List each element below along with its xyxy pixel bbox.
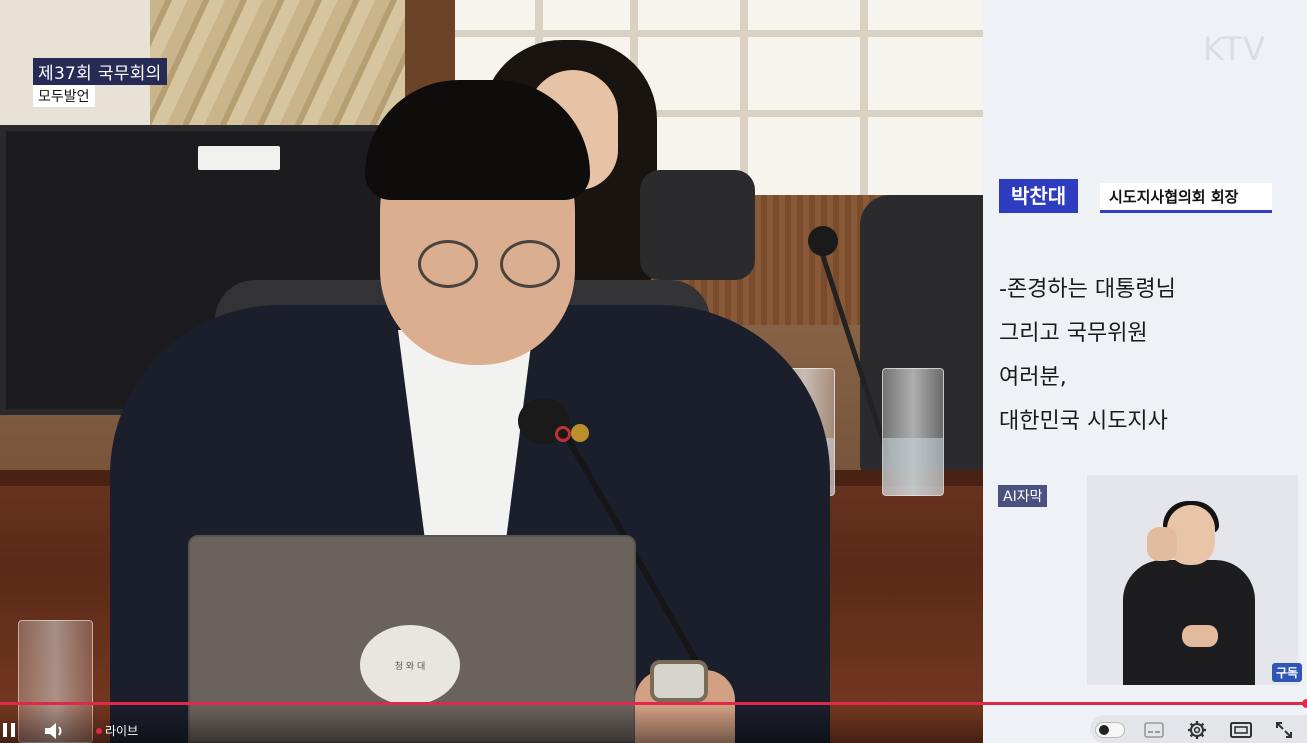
caption-line: -존경하는 대통령님	[999, 277, 1176, 302]
meeting-title: 제37회 국무회의	[33, 58, 167, 85]
interpreter-hand	[1147, 527, 1177, 561]
fullscreen-button[interactable]	[1272, 718, 1296, 742]
live-indicator-dot	[96, 728, 102, 734]
laptop-logo-text: 청 와 대	[394, 661, 426, 672]
wristwatch	[650, 660, 708, 702]
speaker-glasses	[418, 240, 478, 288]
caption-text: -존경하는 대통령님 그리고 국무위원 여러분, 대한민국 시도지사	[999, 268, 1176, 444]
sign-language-interpreter	[1087, 475, 1298, 685]
subtitles-toggle[interactable]	[1095, 722, 1125, 738]
background-chair	[640, 170, 755, 280]
theater-mode-button[interactable]	[1229, 718, 1253, 742]
caption-line: 그리고 국무위원	[999, 321, 1148, 346]
live-label[interactable]: 라이브	[105, 722, 138, 739]
captions-button[interactable]	[1142, 718, 1166, 742]
background-curtain	[150, 0, 410, 130]
theater-mode-icon	[1230, 722, 1252, 738]
progress-scrubber[interactable]	[1302, 699, 1307, 708]
ktv-logo: KTV	[1203, 30, 1266, 68]
volume-button[interactable]	[42, 719, 68, 743]
subtitles-toggle-icon	[1099, 725, 1109, 735]
subscribe-button[interactable]: 구독	[1272, 663, 1303, 682]
meeting-subtitle: 모두발언	[33, 85, 95, 107]
water-glass	[882, 368, 944, 496]
player-controls-bar	[0, 705, 983, 743]
interpreter-body	[1123, 560, 1255, 685]
fullscreen-icon	[1276, 722, 1292, 738]
interpreter-hand	[1182, 625, 1218, 647]
ai-caption-tag: AI자막	[998, 485, 1048, 507]
speaker-role: 시도지사협의회 회장	[1100, 183, 1272, 213]
pause-button[interactable]	[0, 720, 18, 742]
video-frame[interactable]: 청 와 대 제37회 국무회의 모두발언	[0, 0, 983, 743]
settings-button[interactable]	[1185, 718, 1209, 742]
background-microphone	[808, 226, 838, 256]
caption-line: 여러분,	[999, 365, 1067, 390]
volume-icon	[45, 723, 62, 739]
microphone-ring	[555, 426, 571, 442]
captions-icon	[1144, 722, 1164, 738]
speaker-name: 박찬대	[999, 179, 1079, 213]
lapel-pin	[571, 424, 589, 442]
pause-icon	[1, 722, 17, 741]
laptop-logo: 청 와 대	[360, 625, 460, 705]
progress-bar[interactable]	[0, 702, 1307, 705]
caption-line: 대한민국 시도지사	[999, 409, 1168, 434]
monitor-label	[198, 146, 280, 170]
settings-icon	[1188, 721, 1206, 739]
speaker-glasses	[500, 240, 560, 288]
